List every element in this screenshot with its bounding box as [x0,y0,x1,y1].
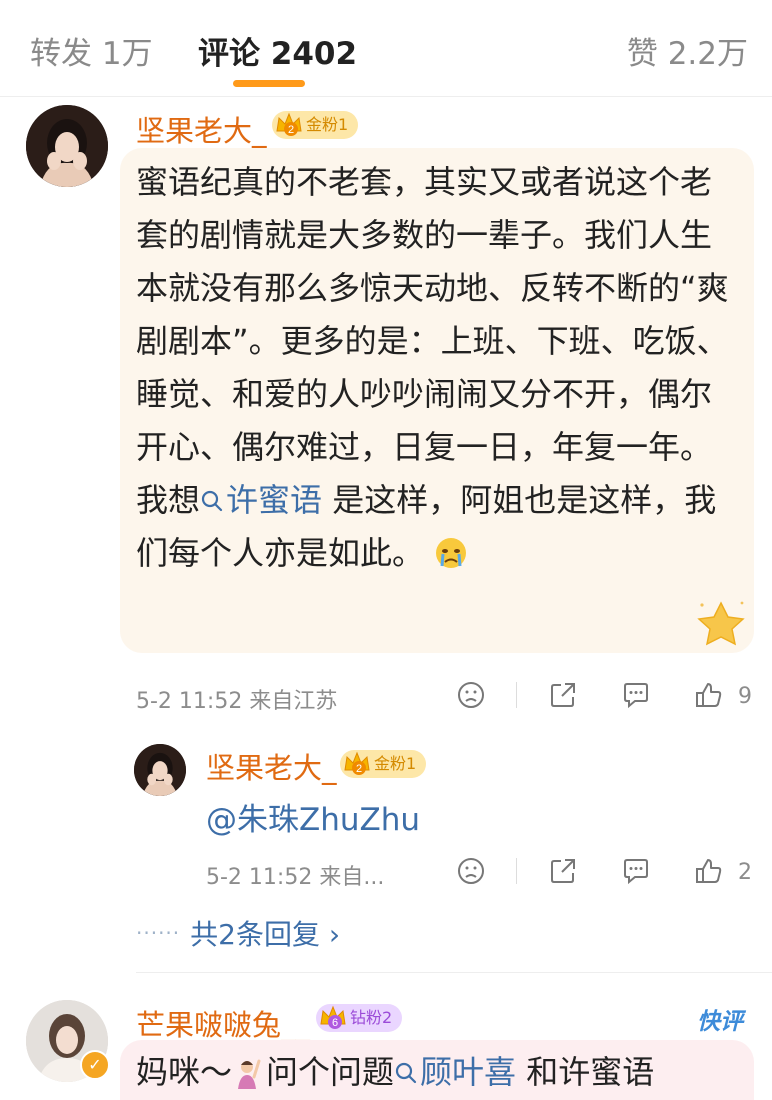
fan-badge: 2 金粉1 [340,750,427,778]
topic-link[interactable]: 许蜜语 [200,481,322,519]
username[interactable]: 坚果老大_ [136,108,267,150]
crown-icon: 2 [276,112,302,136]
svg-text:6: 6 [332,1017,338,1029]
fan-badge: 2 金粉1 [272,111,359,139]
verified-badge-icon: ✓ [80,1050,110,1080]
dislike-icon[interactable] [456,680,486,710]
dislike-icon[interactable] [456,856,486,886]
search-icon [201,490,223,512]
comment-meta: 5-2 11:52 来自江苏 [136,683,337,715]
more-replies-link[interactable]: ······ 共2条回复 › [136,913,340,953]
location: 来自... [319,865,385,890]
tab-comments[interactable]: 评论 2402 [198,28,357,73]
active-tab-indicator [233,80,305,87]
svg-text:2: 2 [288,124,294,136]
timestamp: 5-2 11:52 [136,689,243,714]
reply-avatar[interactable] [134,744,186,796]
like-icon[interactable] [694,680,724,710]
divider [516,858,517,884]
quick-comment-badge: 快评 [697,1009,743,1035]
divider [516,682,517,708]
person-raising-hand-emoji-icon [238,1059,261,1089]
reply-username[interactable]: 坚果老大_ [206,745,337,787]
fan-badge: 6 钻粉2 [316,1004,403,1032]
comment-separator [136,972,772,973]
chevron-right-icon: › [328,918,341,951]
reply-meta: 5-2 11:52 来自... [206,859,384,891]
share-icon[interactable] [548,680,578,710]
crown-icon: 6 [320,1005,346,1029]
star-decoration-icon [697,601,745,646]
svg-text:2: 2 [356,763,362,775]
topic-link[interactable]: 顾叶喜 [394,1053,516,1091]
fan-badge-label: 金粉1 [374,754,417,773]
more-replies-label: 共2条回复 [190,918,320,951]
like-count: 2 [738,860,752,885]
location: 来自江苏 [249,689,338,714]
tab-likes[interactable]: 赞 2.2万 [627,28,748,73]
search-icon [395,1062,417,1084]
comment-icon[interactable] [621,856,651,886]
comment-text: 蜜语纪真的不老套，其实又或者说这个老套的剧情就是大多数的一辈子。我们人生本就没有… [136,163,729,572]
comment-icon[interactable] [621,680,651,710]
comment-text: 妈咪～ 问个问题 顾叶喜 和许蜜语 [136,1053,655,1091]
comment-tabs: 转发 1万 评论 2402 赞 2.2万 [0,0,772,97]
fan-badge-label: 钻粉2 [350,1008,393,1027]
share-icon[interactable] [548,856,578,886]
dots: ······ [136,921,181,945]
avatar[interactable] [26,105,108,187]
like-count: 9 [738,684,752,709]
like-icon[interactable] [694,856,724,886]
reply-text[interactable]: @朱珠ZhuZhu [206,794,420,839]
crown-icon: 2 [344,751,370,775]
username[interactable]: 芒果啵啵兔__ [136,1002,310,1044]
timestamp: 5-2 11:52 [206,865,313,890]
fan-badge-label: 金粉1 [306,115,349,134]
tab-repost[interactable]: 转发 1万 [30,28,153,73]
crying-emoji-icon [436,538,467,568]
